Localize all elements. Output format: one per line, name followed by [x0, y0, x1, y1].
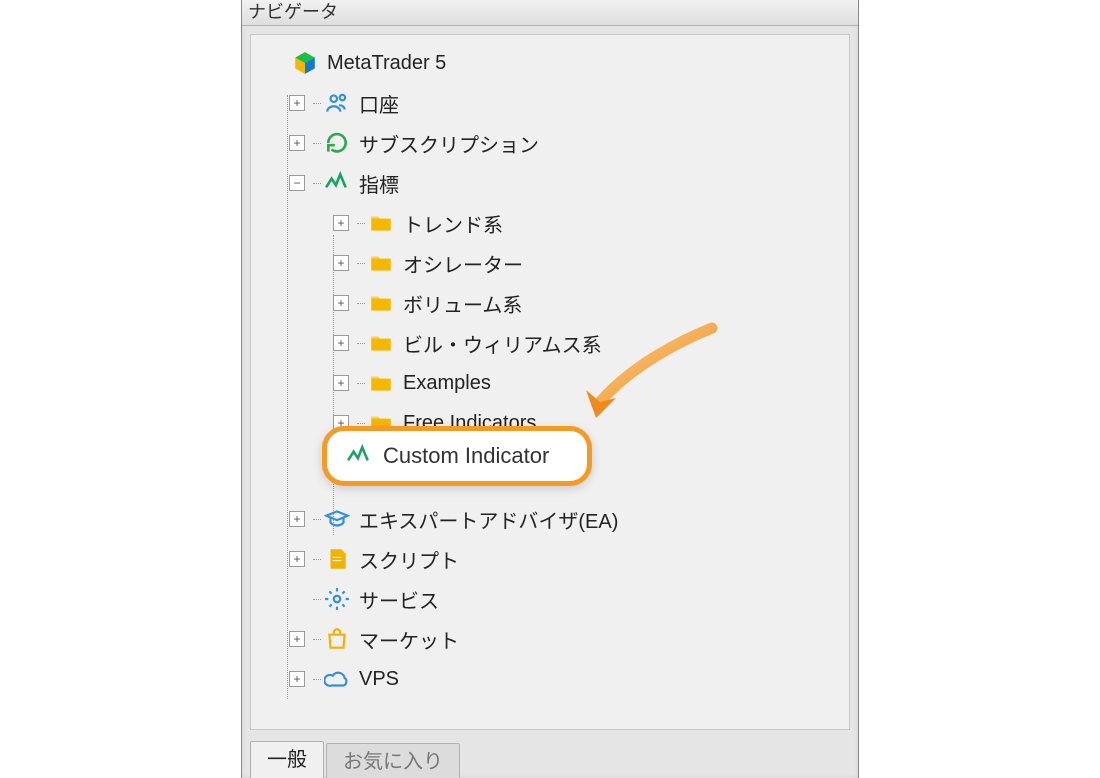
tree-item-bill-williams[interactable]: + ビル・ウィリアムス系	[259, 323, 845, 363]
expand-icon[interactable]: +	[333, 215, 349, 231]
cloud-icon	[323, 665, 351, 693]
expand-icon[interactable]: +	[289, 631, 305, 647]
tree-item-oscillator[interactable]: + オシレーター	[259, 243, 845, 283]
tree-label: VPS	[359, 668, 399, 691]
tree-label: サービス	[359, 585, 439, 614]
tree-connector	[357, 343, 365, 344]
tree-label: エキスパートアドバイザ(EA)	[359, 505, 618, 534]
indicator-icon	[323, 169, 351, 197]
expand-icon[interactable]: +	[289, 671, 305, 687]
tree-connector	[313, 639, 321, 640]
tree-label: 指標	[359, 169, 399, 198]
tree-label: MetaTrader 5	[327, 52, 446, 75]
tree-connector	[313, 679, 321, 680]
tree-item-volume[interactable]: + ボリューム系	[259, 283, 845, 323]
mt5-icon	[291, 49, 319, 77]
tree-connector	[357, 383, 365, 384]
tree-connector	[313, 599, 321, 600]
tree-connector	[357, 423, 365, 424]
tree-item-vps[interactable]: + VPS	[259, 659, 845, 699]
expand-icon[interactable]: +	[333, 295, 349, 311]
gear-icon	[323, 585, 351, 613]
folder-icon	[367, 249, 395, 277]
collapse-icon[interactable]: −	[289, 175, 305, 191]
tab-favorites[interactable]: お気に入り	[326, 743, 460, 778]
tree-connector	[313, 559, 321, 560]
tree-label: トレンド系	[403, 209, 503, 238]
tree-label: 口座	[359, 89, 399, 118]
navigator-tree: MetaTrader 5 + 口座 + サブスクリプション	[250, 34, 850, 730]
expand-icon[interactable]: +	[333, 255, 349, 271]
tab-general[interactable]: 一般	[250, 741, 324, 778]
expand-icon[interactable]: +	[289, 135, 305, 151]
tree-root-metatrader5[interactable]: MetaTrader 5	[259, 43, 845, 83]
callout-custom-indicator[interactable]: Custom Indicator	[322, 426, 592, 486]
tree-connector	[357, 223, 365, 224]
panel-title: ナビゲータ	[242, 0, 858, 26]
script-icon	[323, 545, 351, 573]
tree-label: サブスクリプション	[359, 129, 539, 158]
tree-label: オシレーター	[403, 249, 523, 278]
tabs: 一般 お気に入り	[250, 740, 462, 778]
tree-item-services[interactable]: サービス	[259, 579, 845, 619]
tree-connector	[313, 103, 321, 104]
folder-icon	[367, 289, 395, 317]
navigator-panel: ナビゲータ MetaTrader 5 + 口座	[241, 0, 859, 778]
tree-label: マーケット	[359, 625, 459, 654]
expand-icon[interactable]: +	[289, 551, 305, 567]
tree-item-scripts[interactable]: + スクリプト	[259, 539, 845, 579]
expand-icon[interactable]: +	[289, 511, 305, 527]
tree-item-subscription[interactable]: + サブスクリプション	[259, 123, 845, 163]
tree-connector	[313, 143, 321, 144]
tree-label: ボリューム系	[403, 289, 522, 318]
tree-item-market[interactable]: + マーケット	[259, 619, 845, 659]
spacer	[289, 591, 305, 607]
refresh-icon	[323, 129, 351, 157]
tree-connector	[313, 183, 321, 184]
tree-item-indicators[interactable]: − 指標	[259, 163, 845, 203]
indicator-icon	[345, 442, 373, 470]
hat-icon	[323, 505, 351, 533]
tree-item-trend[interactable]: + トレンド系	[259, 203, 845, 243]
tree-connector	[357, 263, 365, 264]
tree-item-examples[interactable]: + Examples	[259, 363, 845, 403]
callout-label: Custom Indicator	[383, 443, 549, 469]
users-icon	[323, 89, 351, 117]
tree-item-accounts[interactable]: + 口座	[259, 83, 845, 123]
tree-item-experts[interactable]: + エキスパートアドバイザ(EA)	[259, 499, 845, 539]
folder-icon	[367, 369, 395, 397]
tree-label: Examples	[403, 372, 491, 395]
expand-icon[interactable]: +	[289, 95, 305, 111]
tree-connector	[313, 519, 321, 520]
spacer	[267, 55, 283, 71]
expand-icon[interactable]: +	[333, 335, 349, 351]
bag-icon	[323, 625, 351, 653]
tree-label: ビル・ウィリアムス系	[403, 329, 602, 358]
tree-label: スクリプト	[359, 545, 459, 574]
folder-icon	[367, 209, 395, 237]
folder-icon	[367, 329, 395, 357]
tree-connector	[357, 303, 365, 304]
expand-icon[interactable]: +	[333, 375, 349, 391]
